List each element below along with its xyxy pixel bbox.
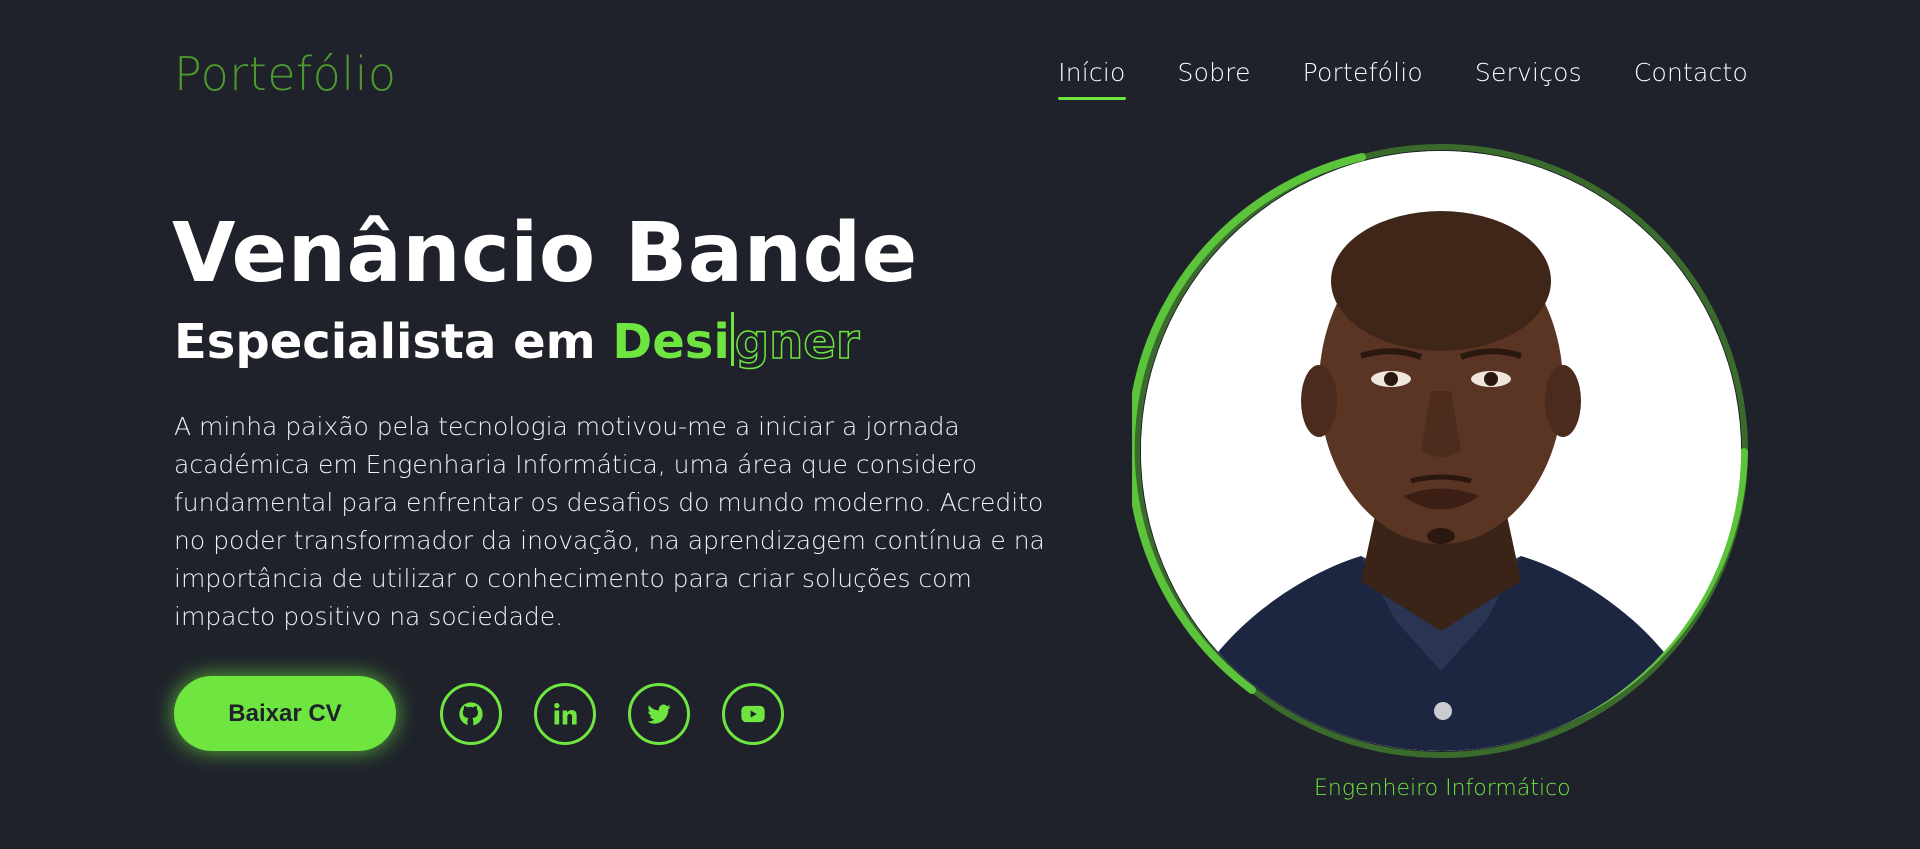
github-link[interactable]	[440, 683, 502, 745]
hero-name: Venâncio Bande	[172, 206, 918, 301]
youtube-icon	[741, 705, 765, 723]
site-logo[interactable]: Portefólio	[174, 46, 397, 102]
hero-description: A minha paixão pela tecnologia motivou-m…	[174, 412, 1045, 631]
nav-link-inicio[interactable]: Início	[1058, 55, 1126, 100]
hero-role: Especialista em Desi gner	[174, 312, 860, 372]
github-icon	[459, 702, 483, 726]
site-header: Portefólio Início Sobre Portefólio Servi…	[0, 0, 1920, 150]
role-typed-text: Desi	[612, 314, 730, 370]
typing-caret	[730, 312, 734, 366]
nav-link-servicos[interactable]: Serviços	[1475, 55, 1582, 97]
profile-caption: Engenheiro Informático	[1314, 776, 1571, 801]
role-prefix: Especialista em	[174, 314, 613, 370]
nav-link-sobre[interactable]: Sobre	[1178, 55, 1251, 97]
twitter-link[interactable]	[628, 683, 690, 745]
nav-link-portefolio[interactable]: Portefólio	[1303, 55, 1423, 97]
download-cv-button[interactable]: Baixar CV	[174, 676, 396, 751]
role-outline-text: gner	[734, 313, 860, 371]
linkedin-icon	[554, 702, 577, 725]
linkedin-link[interactable]	[534, 683, 596, 745]
main-nav: Início Sobre Portefólio Serviços Contact…	[1058, 55, 1748, 100]
profile-photo-frame	[1132, 142, 1750, 760]
youtube-link[interactable]	[722, 683, 784, 745]
person-portrait-image	[1141, 151, 1741, 751]
profile-photo	[1141, 151, 1741, 751]
twitter-icon	[647, 704, 671, 724]
social-links	[440, 683, 784, 745]
nav-link-contacto[interactable]: Contacto	[1634, 55, 1748, 97]
